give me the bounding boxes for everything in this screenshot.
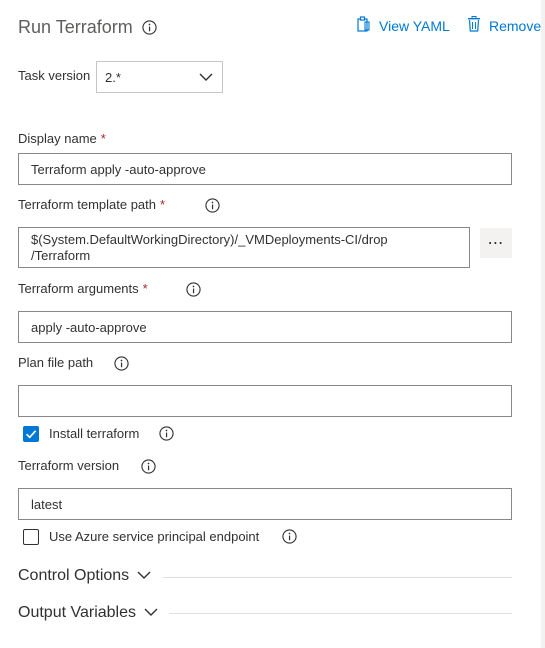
- info-icon[interactable]: [205, 198, 220, 213]
- chevron-down-icon: [129, 567, 151, 585]
- ellipsis-icon: ⋯: [487, 235, 505, 252]
- arguments-value: apply -auto-approve: [31, 319, 147, 335]
- info-icon[interactable]: [142, 19, 157, 35]
- info-icon[interactable]: [141, 459, 156, 474]
- control-options-label: Control Options: [18, 567, 130, 584]
- section-divider: [163, 577, 512, 578]
- task-version-select[interactable]: 2.*: [96, 61, 223, 93]
- display-name-value: Terraform apply -auto-approve: [31, 161, 206, 177]
- section-divider: [169, 613, 512, 614]
- template-path-line2: /Terraform: [31, 247, 91, 263]
- info-icon[interactable]: [114, 356, 129, 371]
- browse-button[interactable]: ⋯: [480, 228, 512, 258]
- display-name-input[interactable]: Terraform apply -auto-approve: [18, 153, 512, 185]
- output-variables-toggle[interactable]: Output Variables: [18, 604, 158, 622]
- required-marker: *: [160, 197, 166, 212]
- remove-label: Remove: [489, 17, 542, 34]
- clipboard-icon: [355, 16, 379, 35]
- view-yaml-button[interactable]: View YAML: [355, 16, 450, 35]
- install-terraform-checkbox[interactable]: [23, 426, 39, 442]
- task-version-label: Task version: [18, 68, 91, 83]
- version-input[interactable]: latest: [18, 488, 512, 520]
- arguments-label: Terraform arguments *: [18, 281, 148, 297]
- azure-sp-label[interactable]: Use Azure service principal endpoint: [49, 529, 259, 545]
- plan-file-input[interactable]: [18, 385, 512, 417]
- display-name-label-text: Display name: [18, 131, 97, 146]
- info-icon[interactable]: [186, 282, 201, 297]
- version-label: Terraform version: [18, 458, 120, 473]
- display-name-label: Display name *: [18, 131, 106, 147]
- checkmark-icon: [25, 430, 37, 439]
- view-yaml-label: View YAML: [379, 17, 450, 34]
- info-icon[interactable]: [159, 426, 174, 441]
- control-options-toggle[interactable]: Control Options: [18, 567, 151, 585]
- template-path-label: Terraform template path *: [18, 197, 165, 213]
- scrollbar[interactable]: [541, 0, 545, 648]
- arguments-label-text: Terraform arguments: [18, 281, 139, 296]
- azure-sp-checkbox[interactable]: [23, 529, 39, 545]
- required-marker: *: [142, 281, 148, 296]
- version-value: latest: [31, 496, 63, 512]
- info-icon[interactable]: [282, 529, 297, 544]
- remove-button[interactable]: Remove: [467, 16, 541, 35]
- template-path-input[interactable]: $(System.DefaultWorkingDirectory)/_VMDep…: [18, 227, 470, 268]
- output-variables-label: Output Variables: [18, 604, 136, 621]
- trash-icon: [467, 16, 489, 35]
- install-terraform-label[interactable]: Install terraform: [49, 426, 139, 442]
- arguments-input[interactable]: apply -auto-approve: [18, 311, 512, 343]
- required-marker: *: [100, 131, 106, 146]
- task-version-value: 2.*: [105, 69, 121, 85]
- chevron-down-icon: [136, 604, 158, 622]
- template-path-label-text: Terraform template path: [18, 197, 157, 212]
- plan-file-label: Plan file path: [18, 355, 94, 370]
- chevron-down-icon: [199, 71, 213, 86]
- page-title-text: Run Terraform: [18, 17, 133, 37]
- page-title: Run Terraform: [18, 16, 157, 38]
- template-path-line1: $(System.DefaultWorkingDirectory)/_VMDep…: [31, 231, 388, 247]
